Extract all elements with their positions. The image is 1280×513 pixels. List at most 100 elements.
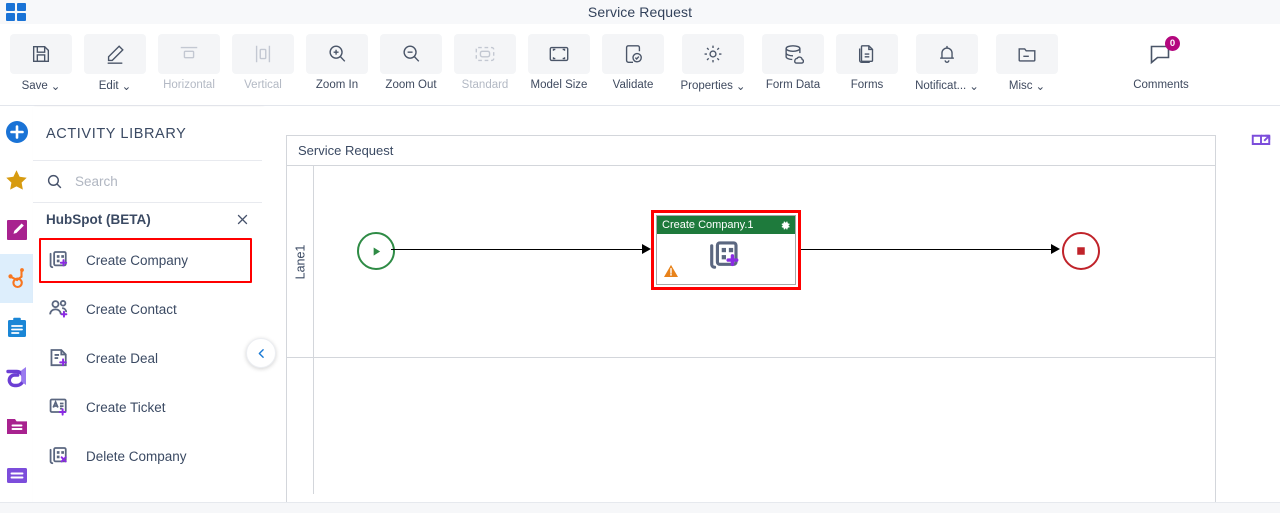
group-row-hubspot: HubSpot (BETA)	[33, 203, 262, 236]
activity-item-create-contact[interactable]: Create Contact	[33, 285, 262, 334]
list-icon	[6, 467, 27, 483]
forms-icon	[836, 34, 898, 74]
properties-button[interactable]: Properties ⌄	[670, 32, 756, 93]
create-company-icon	[706, 237, 746, 282]
status-bar	[0, 502, 1280, 513]
edit-label: Edit	[98, 80, 119, 92]
notifications-button[interactable]: Notificat... ⌄	[904, 32, 990, 93]
chevron-down-icon: ⌄	[121, 81, 132, 93]
model-size-label: Model Size	[530, 79, 588, 91]
activity-item-create-company[interactable]: Create Company	[33, 236, 262, 285]
expand-button[interactable]	[1250, 133, 1272, 155]
search-row	[33, 161, 262, 203]
notifications-label: Notificat...	[915, 80, 967, 92]
add-icon	[5, 120, 28, 143]
edit-button[interactable]: Edit ⌄	[78, 32, 152, 93]
clipboard-icon	[7, 317, 26, 337]
model-size-icon	[528, 34, 590, 74]
create-deal-icon	[47, 346, 72, 371]
lane-2	[287, 358, 1215, 494]
expand-icon	[1250, 134, 1272, 159]
lane-body[interactable]	[314, 358, 1215, 494]
vertical-align-button[interactable]: Vertical	[226, 32, 300, 91]
comments-badge: 0	[1165, 36, 1180, 51]
hubspot-icon	[7, 267, 24, 288]
chevron-left-icon	[255, 347, 268, 360]
save-icon	[10, 34, 72, 74]
rail-item-appian[interactable]	[0, 352, 33, 401]
pool-header: Service Request	[287, 136, 1215, 166]
chevron-down-icon: ⌄	[50, 81, 61, 93]
grid-apps-icon[interactable]	[6, 3, 26, 21]
stop-icon	[1075, 245, 1087, 257]
create-company-icon	[47, 248, 72, 273]
zoom-in-label: Zoom In	[315, 79, 359, 91]
zoom-out-label: Zoom Out	[385, 79, 437, 91]
title-bar: Service Request	[0, 0, 1280, 25]
start-event-node[interactable]	[357, 232, 395, 270]
form-data-button[interactable]: Form Data	[756, 32, 830, 91]
zoom-out-icon	[380, 34, 442, 74]
task-title-text: Create Company.1	[662, 219, 754, 231]
chevron-down-icon: ⌄	[735, 81, 746, 93]
rail-item-clipboard[interactable]	[0, 303, 33, 352]
comments-button[interactable]: 0 Comments	[1124, 32, 1198, 91]
search-input[interactable]	[73, 173, 227, 190]
validate-button[interactable]: Validate	[596, 32, 670, 91]
chevron-down-icon: ⌄	[1035, 81, 1046, 93]
pool-title: Service Request	[298, 143, 394, 158]
lane-1: Lane1 Create Company.1	[287, 166, 1215, 358]
vertical-align-label: Vertical	[244, 79, 282, 91]
close-icon[interactable]	[235, 212, 250, 227]
lane-body[interactable]: Create Company.1	[314, 166, 1215, 357]
zoom-out-button[interactable]: Zoom Out	[374, 32, 448, 91]
bell-icon	[916, 34, 978, 74]
rail-item-favorites[interactable]	[0, 156, 33, 205]
horizontal-align-button[interactable]: Horizontal	[152, 32, 226, 91]
folder-icon	[6, 418, 27, 434]
save-label: Save	[21, 80, 48, 92]
rail-item-hubspot[interactable]	[0, 254, 33, 303]
standard-size-icon	[454, 34, 516, 74]
panel-header: ACTIVITY LIBRARY	[33, 107, 262, 161]
arrow-head-icon	[1051, 244, 1060, 254]
panel-collapse-button[interactable]	[246, 338, 276, 368]
delete-company-icon	[47, 444, 72, 469]
task-node-create-company[interactable]: Create Company.1	[651, 210, 801, 290]
rail-item-folder[interactable]	[0, 401, 33, 450]
appian-icon	[5, 366, 26, 387]
pencil-icon	[84, 34, 146, 74]
connector-task-to-end[interactable]	[801, 249, 1053, 250]
horizontal-align-label: Horizontal	[163, 79, 215, 91]
zoom-in-button[interactable]: Zoom In	[300, 32, 374, 91]
standard-size-label: Standard	[461, 79, 509, 91]
activity-item-create-ticket[interactable]: Create Ticket	[33, 383, 262, 432]
gear-icon[interactable]	[780, 220, 791, 231]
page-title: Service Request	[587, 4, 693, 20]
edit-forms-icon	[6, 219, 27, 240]
gear-icon	[682, 34, 744, 74]
standard-size-button[interactable]: Standard	[448, 32, 522, 91]
connector-start-to-task[interactable]	[391, 249, 645, 250]
validate-icon	[602, 34, 664, 74]
misc-button[interactable]: Misc ⌄	[990, 32, 1064, 93]
database-icon	[762, 34, 824, 74]
create-contact-icon	[47, 297, 72, 322]
activity-item-create-deal[interactable]: Create Deal	[33, 334, 262, 383]
activity-item-delete-company[interactable]: Delete Company	[33, 432, 262, 481]
application-window: Service Request Save ⌄ Edit ⌄ Horizontal…	[0, 0, 1280, 513]
activity-label: Create Ticket	[86, 400, 166, 415]
diagram-canvas[interactable]: Service Request Lane1 Create Company.1	[262, 107, 1280, 513]
chevron-down-icon: ⌄	[969, 81, 979, 93]
end-event-node[interactable]	[1062, 232, 1100, 270]
rail-item-edit-forms[interactable]	[0, 205, 33, 254]
task-header: Create Company.1	[657, 216, 795, 234]
arrow-head-icon	[642, 244, 651, 254]
forms-button[interactable]: Forms	[830, 32, 904, 91]
misc-label: Misc	[1008, 80, 1033, 92]
model-size-button[interactable]: Model Size	[522, 32, 596, 91]
rail-item-list[interactable]	[0, 450, 33, 499]
rail-item-add[interactable]	[0, 107, 33, 156]
save-button[interactable]: Save ⌄	[4, 32, 78, 93]
create-ticket-icon	[47, 395, 72, 420]
